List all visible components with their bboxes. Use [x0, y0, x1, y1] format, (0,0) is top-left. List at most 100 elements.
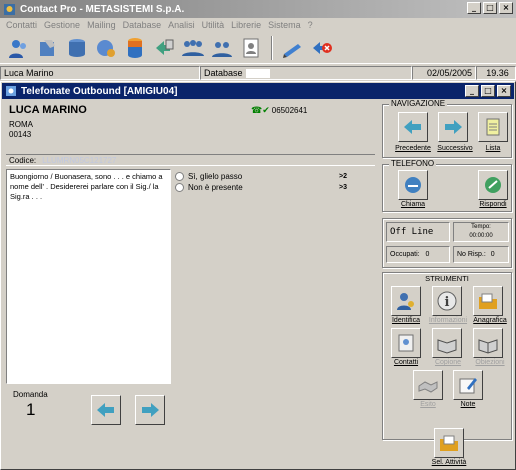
child-maximize-button[interactable]: □ — [481, 85, 495, 97]
arrows-icon[interactable] — [151, 35, 177, 61]
database-stack-icon[interactable] — [64, 35, 90, 61]
menu-contatti[interactable]: Contatti — [6, 20, 37, 30]
toolbar-separator — [271, 35, 273, 60]
anagrafica-label: Anagrafica — [473, 317, 507, 324]
sel-attivita-button[interactable] — [434, 428, 464, 458]
people-pair-icon[interactable] — [209, 35, 235, 61]
script-text: Buongiorno / Buonasera, sono . . . e chi… — [10, 172, 163, 201]
status-db-value — [245, 68, 270, 78]
previous-question-button[interactable] — [91, 395, 121, 425]
arrow-left-icon — [404, 120, 421, 134]
identifica-button[interactable] — [391, 286, 421, 316]
note-button[interactable] — [453, 370, 483, 400]
app-title: Contact Pro - METASISTEMI S.p.A. — [20, 3, 185, 15]
menu-sistema[interactable]: Sistema — [268, 20, 301, 30]
menu-librerie[interactable]: Librerie — [231, 20, 261, 30]
list-icon — [486, 118, 500, 136]
child-minimize-button[interactable]: _ — [465, 85, 479, 97]
contact-city: ROMA — [9, 120, 33, 129]
menu-database[interactable]: Database — [123, 20, 162, 30]
users-icon[interactable] — [6, 35, 32, 61]
answer-option-2[interactable]: Non è presente >3 — [175, 182, 375, 193]
contact-header: LUCA MARINO ROMA 00143 ☎✔ 06502641 — [6, 102, 376, 152]
status-user: Luca Marino — [0, 66, 200, 80]
note-icon — [459, 378, 477, 394]
tempo-label: Tempo: — [471, 224, 491, 230]
phone-icon[interactable] — [35, 35, 61, 61]
informazioni-label: Informazioni — [428, 317, 468, 324]
info-icon: i — [437, 291, 457, 311]
precedente-button[interactable] — [398, 112, 428, 142]
code-value: LLUMRN05C121727 — [42, 155, 117, 165]
answer-option-1[interactable]: Sì, glielo passo >2 — [175, 171, 375, 182]
radio-button[interactable] — [175, 172, 184, 181]
contatti-button[interactable] — [391, 328, 421, 358]
folder-icon — [479, 293, 497, 309]
successivo-label: Successivo — [437, 145, 473, 152]
minimize-button[interactable]: _ — [467, 2, 481, 14]
main-toolbar — [0, 32, 516, 64]
tempo-box: Tempo: 00:00:00 — [453, 222, 509, 242]
people-group-icon[interactable] — [180, 35, 206, 61]
sel-attivita-label: Sel. Attività — [431, 459, 467, 466]
telefono-label: TELEFONO — [389, 159, 437, 168]
obiezioni-label: Obiezioni — [475, 359, 505, 366]
contacts-icon — [398, 334, 414, 352]
strumenti-group: STRUMENTI i Identifica Informazioni Anag… — [382, 272, 512, 440]
domanda-label: Domanda — [13, 390, 48, 399]
status-date: 02/05/2005 — [412, 66, 476, 80]
exit-icon[interactable] — [309, 35, 335, 61]
anagrafica-button[interactable] — [473, 286, 503, 316]
child-close-button[interactable]: × — [497, 85, 511, 97]
rispondi-label: Rispondi — [479, 201, 507, 208]
lista-label: Lista — [485, 145, 501, 152]
svg-text:i: i — [445, 295, 450, 310]
esito-button[interactable] — [413, 370, 443, 400]
next-question-button[interactable] — [135, 395, 165, 425]
menu-utilita[interactable]: Utilità — [202, 20, 225, 30]
telefono-group: TELEFONO Chiama Rispondi — [382, 159, 512, 212]
norisp-label: No Risp.: — [457, 251, 486, 258]
successivo-button[interactable] — [438, 112, 468, 142]
child-title: Telefonate Outbound [AMIGIU04] — [21, 85, 178, 97]
code-bar: Codice: LLUMRN05C121727 — [6, 154, 375, 166]
contact-name: LUCA MARINO — [9, 104, 87, 116]
contatti-label: Contatti — [393, 359, 419, 366]
menu-help[interactable]: ? — [308, 20, 313, 30]
close-button[interactable]: × — [499, 2, 513, 14]
line-status: Off Line — [386, 222, 450, 242]
chiama-button[interactable] — [398, 170, 428, 200]
copione-button[interactable] — [432, 328, 462, 358]
arrow-right-icon — [445, 120, 462, 134]
database-icon[interactable] — [122, 35, 148, 61]
domanda-value: 1 — [26, 400, 36, 419]
menu-bar: Contatti Gestione Mailing Database Anali… — [0, 18, 516, 32]
child-titlebar[interactable]: Telefonate Outbound [AMIGIU04] _ □ × — [2, 83, 514, 99]
informazioni-button[interactable]: i — [432, 286, 462, 316]
telephone-icon: ☎✔ — [251, 105, 270, 115]
book-icon — [437, 339, 457, 354]
script-text-panel[interactable]: Buongiorno / Buonasera, sono . . . e chi… — [6, 169, 171, 384]
copione-label: Copione — [434, 359, 462, 366]
disk-search-icon[interactable] — [93, 35, 119, 61]
no-risp-box: No Risp.: 0 — [453, 246, 509, 263]
menu-mailing[interactable]: Mailing — [87, 20, 116, 30]
pen-icon[interactable] — [280, 35, 306, 61]
radio-button[interactable] — [175, 183, 184, 192]
app-titlebar[interactable]: Contact Pro - METASISTEMI S.p.A. _ □ × — [0, 0, 516, 18]
maximize-button[interactable]: □ — [483, 2, 497, 14]
occupati-box: Occupati: 0 — [386, 246, 450, 263]
menu-analisi[interactable]: Analisi — [168, 20, 195, 30]
contact-phone-number: 06502641 — [271, 106, 308, 115]
obiezioni-button[interactable] — [473, 328, 503, 358]
menu-gestione[interactable]: Gestione — [44, 20, 80, 30]
status-bar: Luca Marino Database 02/05/2005 19.36 — [0, 66, 516, 80]
strumenti-label: STRUMENTI — [425, 274, 469, 283]
rispondi-button[interactable] — [478, 170, 508, 200]
note-label: Note — [460, 401, 476, 408]
app-icon — [4, 3, 15, 15]
navigazione-group: NAVIGAZIONE Precedente Successivo Lista — [382, 99, 512, 158]
lista-button[interactable] — [478, 112, 508, 142]
document-person-icon[interactable] — [238, 35, 264, 61]
book-open-icon — [478, 339, 498, 354]
